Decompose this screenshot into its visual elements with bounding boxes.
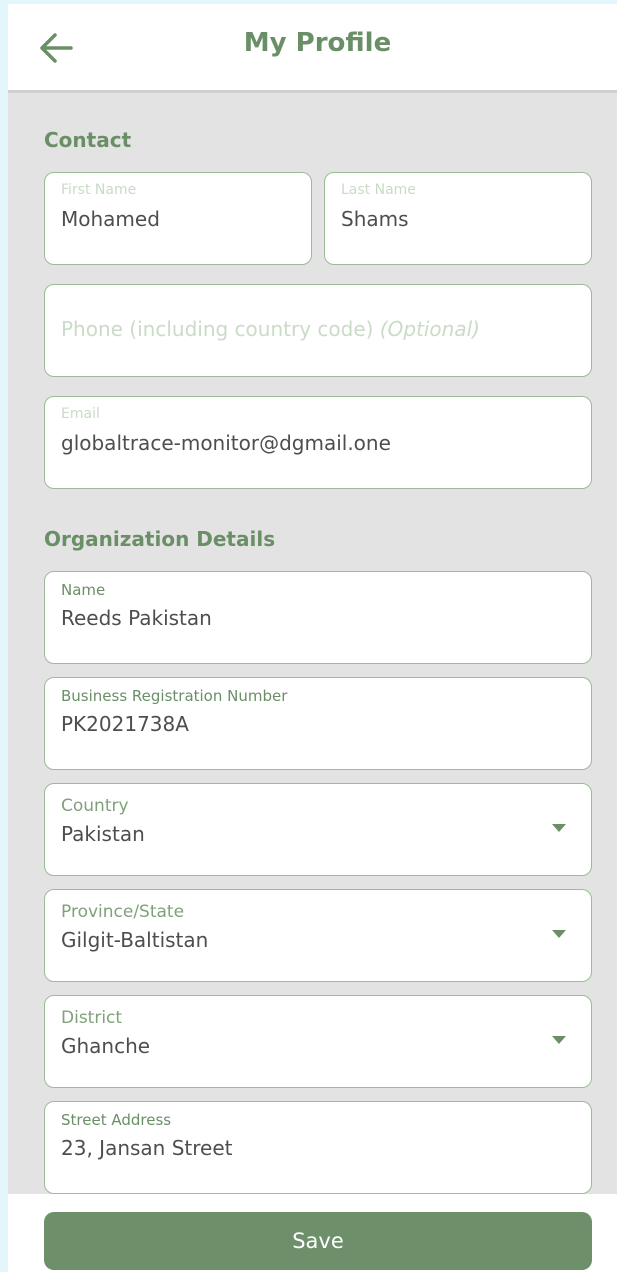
- chevron-down-icon: [552, 1036, 566, 1044]
- email-field[interactable]: Email globaltrace-monitor@dgmail.one: [44, 396, 592, 489]
- registration-number-field[interactable]: Business Registration Number PK2021738A: [44, 677, 592, 770]
- app-header: My Profile: [8, 4, 617, 93]
- street-address-label: Street Address: [61, 1111, 172, 1129]
- province-value: Gilgit-Baltistan: [61, 928, 209, 952]
- district-value: Ghanche: [61, 1034, 151, 1058]
- profile-screen: My Profile Contact First Name Mohamed La…: [8, 4, 617, 1272]
- footer-bar: Save: [8, 1194, 617, 1272]
- first-name-field[interactable]: First Name Mohamed: [44, 172, 312, 265]
- last-name-field[interactable]: Last Name Shams: [324, 172, 592, 265]
- section-title-contact: Contact: [44, 128, 132, 152]
- chevron-down-icon: [552, 824, 566, 832]
- first-name-value: Mohamed: [61, 207, 160, 231]
- org-name-field[interactable]: Name Reeds Pakistan: [44, 571, 592, 664]
- chevron-down-icon: [552, 930, 566, 938]
- country-value: Pakistan: [61, 822, 145, 846]
- email-label: Email: [61, 406, 100, 422]
- first-name-label: First Name: [61, 182, 137, 198]
- country-label: Country: [61, 796, 129, 816]
- phone-placeholder: Phone (including country code) (Optional…: [61, 317, 480, 341]
- page-title: My Profile: [243, 28, 392, 58]
- org-name-value: Reeds Pakistan: [61, 606, 212, 630]
- registration-number-label: Business Registration Number: [61, 687, 288, 705]
- district-label: District: [61, 1008, 123, 1028]
- street-address-value: 23, Jansan Street: [61, 1136, 233, 1160]
- last-name-label: Last Name: [341, 182, 416, 198]
- save-button[interactable]: Save: [44, 1212, 592, 1270]
- province-label: Province/State: [61, 902, 185, 922]
- last-name-value: Shams: [341, 207, 409, 231]
- email-value: globaltrace-monitor@dgmail.one: [61, 431, 391, 455]
- phone-optional-text: (Optional): [379, 317, 480, 341]
- province-select[interactable]: Province/State Gilgit-Baltistan: [44, 889, 592, 982]
- country-select[interactable]: Country Pakistan: [44, 783, 592, 876]
- phone-field[interactable]: Phone (including country code) (Optional…: [44, 284, 592, 377]
- phone-placeholder-text: Phone (including country code): [61, 317, 374, 341]
- section-title-organization: Organization Details: [44, 527, 276, 551]
- org-name-label: Name: [61, 581, 106, 599]
- registration-number-value: PK2021738A: [61, 712, 189, 736]
- street-address-field[interactable]: Street Address 23, Jansan Street: [44, 1101, 592, 1194]
- district-select[interactable]: District Ghanche: [44, 995, 592, 1088]
